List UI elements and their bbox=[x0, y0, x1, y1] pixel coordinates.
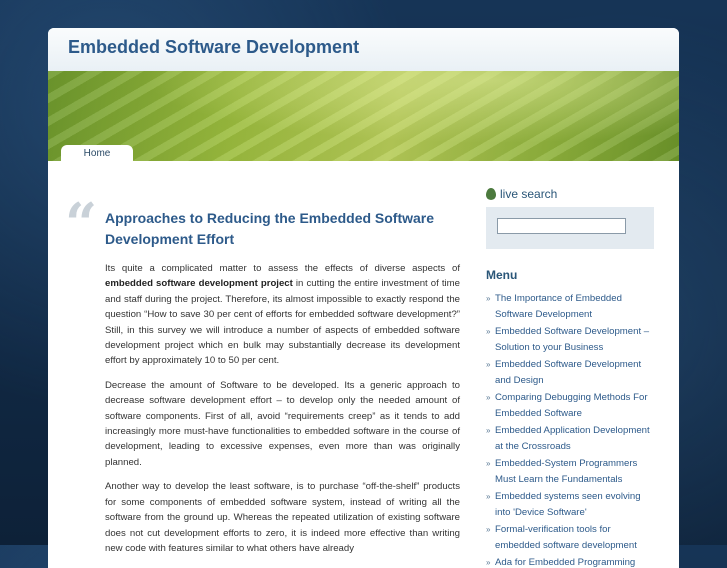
site-title[interactable]: Embedded Software Development bbox=[68, 37, 359, 58]
arrow-icon: » bbox=[486, 426, 491, 435]
arrow-icon: » bbox=[486, 294, 491, 303]
arrow-icon: » bbox=[486, 492, 491, 501]
post-body: Its quite a complicated matter to assess… bbox=[105, 261, 460, 565]
arrow-icon: » bbox=[486, 459, 491, 468]
live-search-heading: live search bbox=[486, 185, 654, 203]
post-paragraph-1-end: in cutting the entire investment of time… bbox=[105, 278, 460, 367]
menu-item[interactable]: » Comparing Debugging Methods For Embedde… bbox=[486, 390, 654, 421]
post-paragraph-1: Its quite a complicated matter to assess… bbox=[105, 261, 460, 369]
menu-item[interactable]: » Formal-verification tools for embedded … bbox=[486, 522, 654, 553]
menu-item-label: Ada for Embedded Programming bbox=[495, 557, 636, 568]
arrow-icon: » bbox=[486, 327, 491, 336]
post-paragraph-1-start: Its quite a complicated matter to assess… bbox=[105, 263, 460, 274]
menu-item-label: Embedded Application Development at the … bbox=[495, 425, 650, 452]
quote-icon: “ bbox=[65, 191, 98, 257]
live-search-input[interactable] bbox=[497, 218, 626, 234]
menu-item-label: Embedded-System Programmers Must Learn t… bbox=[495, 458, 638, 485]
sidebar: live search Menu » The Importance of Embe… bbox=[486, 185, 654, 568]
arrow-icon: » bbox=[486, 393, 491, 402]
post-paragraph-2: Decrease the amount of Software to be de… bbox=[105, 379, 460, 468]
menu-list: » The Importance of Embedded Software Dev… bbox=[486, 291, 654, 568]
menu-item-label: Embedded Software Development and Design bbox=[495, 359, 642, 386]
menu-item-label: Embedded systems seen evolving into 'Dev… bbox=[495, 491, 641, 518]
live-search-label: live search bbox=[500, 187, 558, 201]
post-paragraph-1-bold: embedded software development project bbox=[105, 278, 293, 290]
arrow-icon: » bbox=[486, 525, 491, 534]
menu-item-label: Embedded Software Development – Solution… bbox=[495, 326, 650, 353]
header-banner: Home bbox=[48, 71, 679, 163]
arrow-icon: » bbox=[486, 360, 491, 369]
leaf-icon bbox=[486, 188, 496, 200]
page-container: Embedded Software Development Home “ App… bbox=[48, 28, 679, 568]
menu-item[interactable]: » Embedded Software Development and Desig… bbox=[486, 357, 654, 388]
menu-item-label: Comparing Debugging Methods For Embedded… bbox=[495, 392, 648, 419]
menu-heading: Menu bbox=[486, 268, 518, 282]
site-header: Embedded Software Development bbox=[48, 28, 679, 72]
menu-item[interactable]: » The Importance of Embedded Software Dev… bbox=[486, 291, 654, 322]
live-search-box bbox=[486, 207, 654, 249]
menu-item-label: The Importance of Embedded Software Deve… bbox=[495, 293, 622, 320]
content-area: “ Approaches to Reducing the Embedded So… bbox=[48, 161, 679, 568]
menu-item[interactable]: » Embedded Software Development – Solutio… bbox=[486, 324, 654, 355]
menu-item[interactable]: » Ada for Embedded Programming bbox=[486, 555, 654, 568]
menu-item[interactable]: » Embedded systems seen evolving into 'De… bbox=[486, 489, 654, 520]
post-title[interactable]: Approaches to Reducing the Embedded Soft… bbox=[105, 208, 460, 250]
menu-item-label: Formal-verification tools for embedded s… bbox=[495, 524, 637, 551]
arrow-icon: » bbox=[486, 558, 491, 567]
menu-item[interactable]: » Embedded Application Development at the… bbox=[486, 423, 654, 454]
menu-item[interactable]: » Embedded-System Programmers Must Learn … bbox=[486, 456, 654, 487]
